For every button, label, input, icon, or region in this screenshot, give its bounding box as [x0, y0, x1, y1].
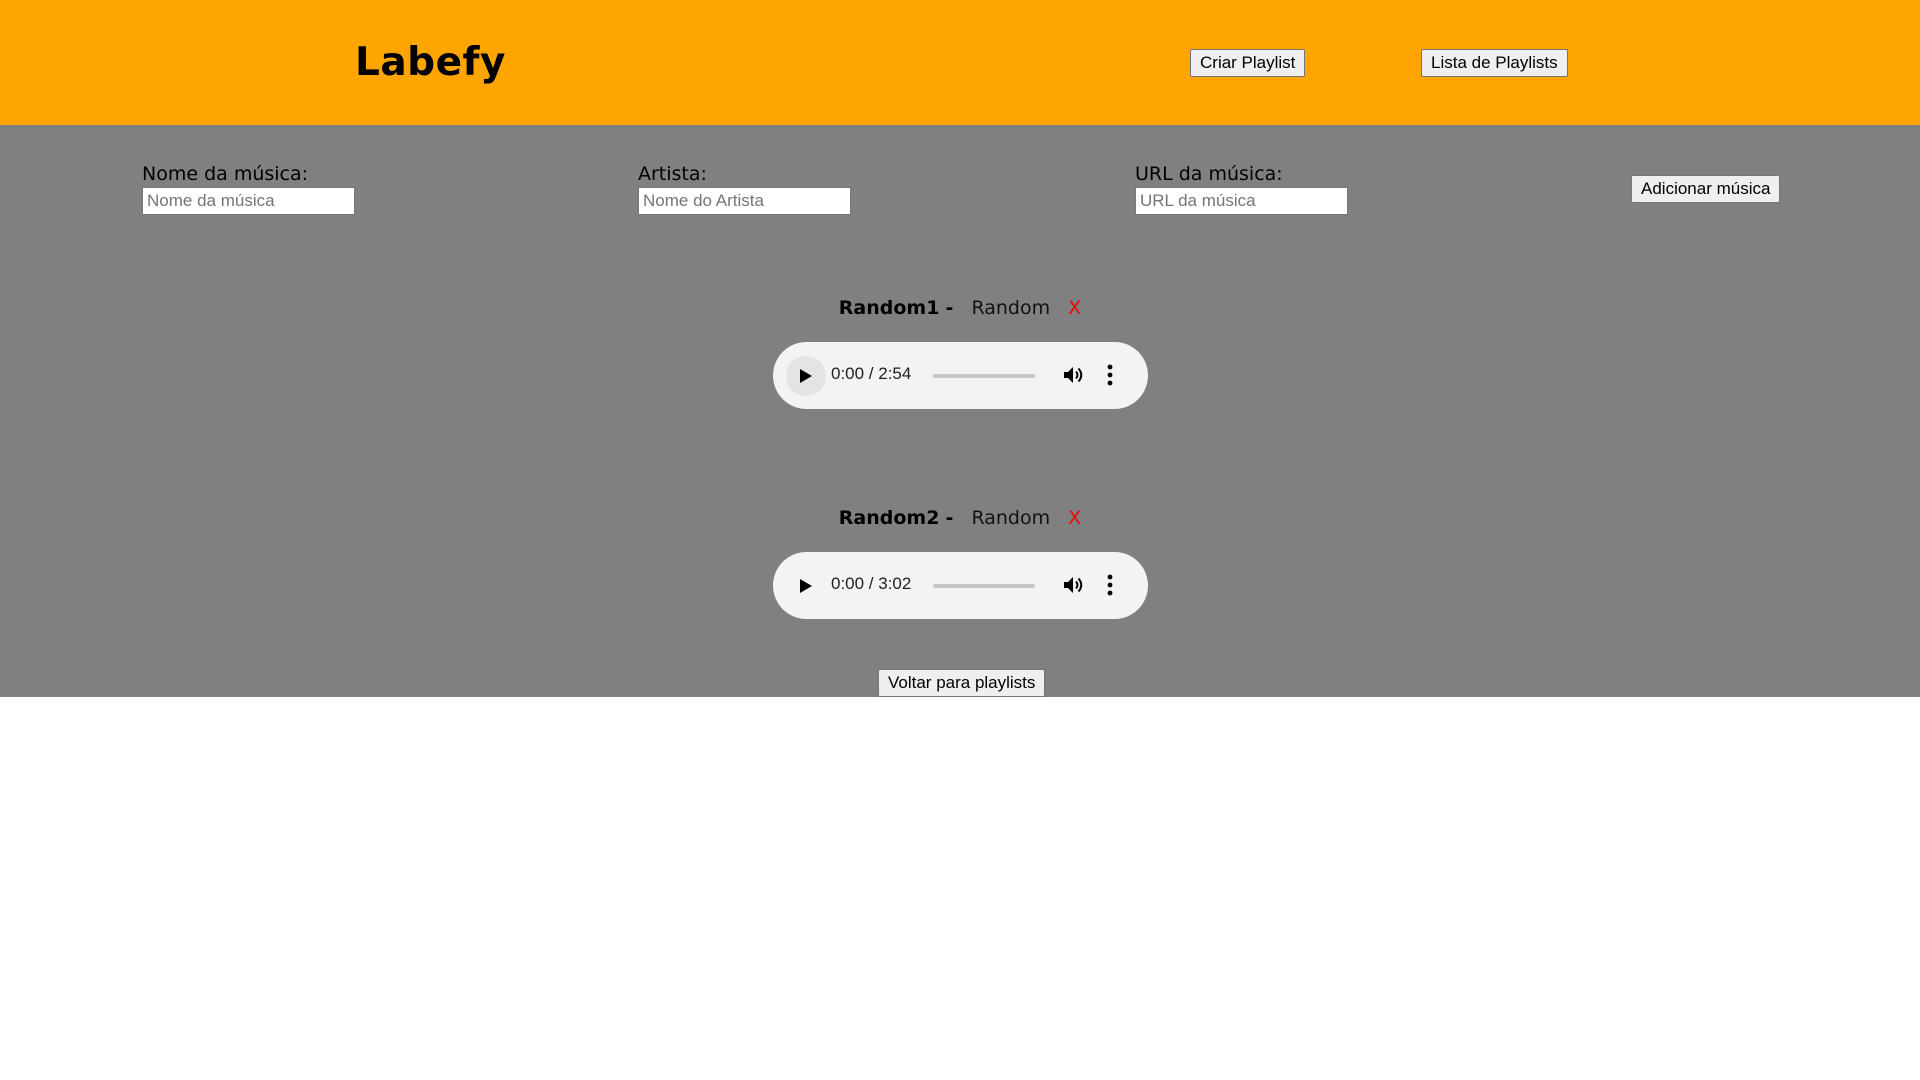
app-header: Labefy Criar Playlist Lista de Playlists	[0, 0, 1920, 125]
song-name-label: Nome da música:	[142, 163, 309, 185]
audio-time: 0:00 / 2:54	[831, 364, 912, 383]
track-artist: Random	[971, 507, 1051, 529]
more-vert-icon[interactable]	[1107, 364, 1113, 386]
track-name: Random2	[838, 507, 940, 529]
volume-icon[interactable]	[1063, 365, 1085, 385]
play-icon	[800, 369, 812, 383]
seek-slider[interactable]	[933, 374, 1035, 378]
volume-icon[interactable]	[1063, 575, 1085, 595]
artist-input[interactable]	[638, 187, 851, 215]
audio-player: 0:00 / 3:02	[773, 552, 1148, 619]
playlist-list-button[interactable]: Lista de Playlists	[1421, 49, 1568, 77]
more-vert-icon[interactable]	[1107, 574, 1113, 596]
remove-track-button[interactable]: X	[1068, 507, 1081, 529]
play-button[interactable]	[786, 356, 826, 396]
play-icon	[800, 579, 812, 593]
track-name: Random1	[838, 297, 940, 319]
audio-player: 0:00 / 2:54	[773, 342, 1148, 409]
play-button[interactable]	[786, 566, 826, 606]
create-playlist-button[interactable]: Criar Playlist	[1190, 49, 1306, 77]
playlist-detail-panel: Nome da música: Artista: URL da música: …	[0, 125, 1920, 697]
audio-time: 0:00 / 3:02	[831, 574, 912, 593]
track-artist: Random	[971, 297, 1051, 319]
remove-track-button[interactable]: X	[1068, 297, 1081, 319]
song-name-input[interactable]	[142, 187, 355, 215]
add-song-button[interactable]: Adicionar música	[1631, 175, 1781, 203]
app-logo: Labefy	[355, 40, 506, 85]
song-url-input[interactable]	[1135, 187, 1348, 215]
artist-label: Artista:	[638, 163, 707, 185]
song-url-label: URL da música:	[1135, 163, 1283, 185]
track-title-row: Random2 - Random X	[0, 507, 1920, 529]
track-title-row: Random1 - Random X	[0, 297, 1920, 319]
track-separator: -	[945, 507, 954, 529]
track-separator: -	[945, 297, 954, 319]
back-to-playlists-button[interactable]: Voltar para playlists	[878, 669, 1046, 697]
seek-slider[interactable]	[933, 584, 1035, 588]
